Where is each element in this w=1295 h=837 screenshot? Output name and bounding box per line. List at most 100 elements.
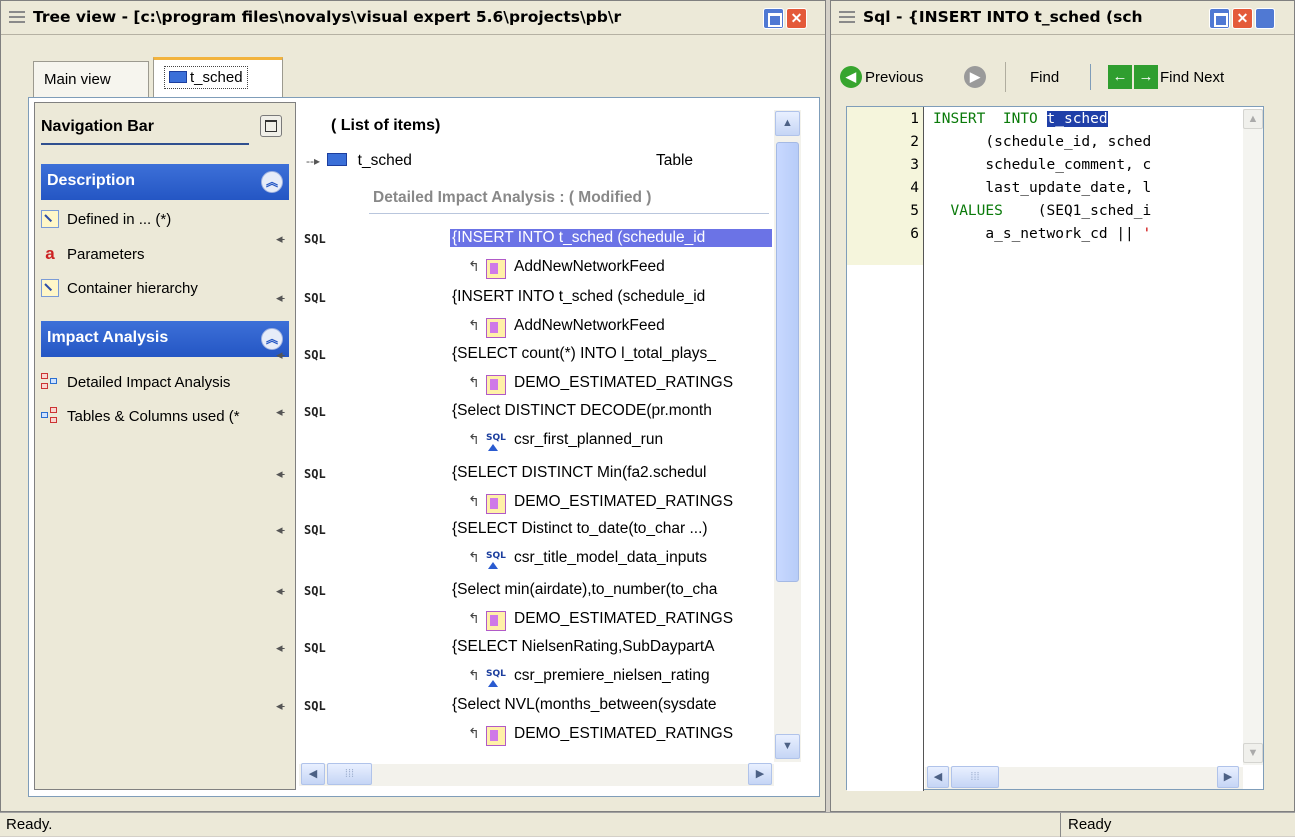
grip-icon[interactable] [839, 11, 855, 25]
selected-text: t_sched [1046, 111, 1108, 127]
sql-procedure-icon: SQL [486, 668, 506, 688]
sql-statement[interactable]: {SELECT Distinct to_date(to_char ...) [450, 520, 772, 538]
caller-name: AddNewNetworkFeed [514, 258, 665, 275]
nav-item-label: Tables & Columns used (* [67, 407, 240, 425]
list-horizontal-scrollbar[interactable]: ◀ ⁞⁞⁞ ▶ [299, 763, 774, 786]
group-label: Detailed Impact Analysis : ( Modified ) [373, 189, 652, 206]
grip-icon[interactable] [9, 11, 25, 25]
code-line[interactable]: a_s_network_cd || ' [933, 226, 1239, 242]
section-description-header[interactable]: Description ︽ [41, 164, 289, 200]
nav-item-detailed-impact-analysis[interactable]: Detailed Impact Analysis [41, 370, 230, 394]
scroll-thumb[interactable]: ⁞⁞⁞ [327, 763, 372, 785]
sql-keyword: INSERT [933, 111, 986, 127]
scroll-up-icon[interactable]: ▲ [775, 111, 800, 136]
line-number: 3 [910, 157, 919, 173]
sql-icon: SQL [304, 699, 326, 713]
nav-item-defined-in[interactable]: Defined in ... (*) [41, 207, 171, 231]
reference-arrow-icon: ◂-- [276, 698, 285, 713]
gutter-divider [923, 107, 924, 791]
find-button[interactable]: Find [1030, 62, 1059, 92]
code-line[interactable]: INSERT INTO t_sched [933, 111, 1239, 127]
sql-procedure-icon: SQL [486, 550, 506, 570]
sql-title: Sql - {INSERT INTO t_sched (sch [863, 8, 1143, 26]
tab-t-sched[interactable]: t_sched [153, 57, 283, 98]
scroll-left-icon[interactable]: ◀ [301, 763, 325, 785]
previous-arrow-icon: ◀ [840, 66, 862, 88]
tab-label: t_sched [190, 69, 243, 86]
scroll-down-icon[interactable]: ▼ [1243, 743, 1263, 763]
scroll-left-icon[interactable]: ◀ [927, 766, 949, 788]
sql-titlebar[interactable]: Sql - {INSERT INTO t_sched (sch ✕ [831, 1, 1294, 35]
expand-arrow-icon: --▸ [306, 154, 321, 168]
reference-arrow-icon: ◂-- [276, 290, 285, 305]
caller-arrow-icon: ↰ [468, 549, 480, 565]
sql-keyword: INTO [985, 111, 1047, 127]
nav-item-container-hierarchy[interactable]: Container hierarchy [41, 276, 198, 300]
code-line[interactable]: schedule_comment, c [933, 157, 1239, 173]
find-previous-icon[interactable]: ← [1108, 65, 1132, 89]
previous-label: Previous [865, 68, 924, 86]
sql-statement[interactable]: {Select NVL(months_between(sysdate [450, 696, 772, 714]
close-button[interactable]: ✕ [1232, 8, 1253, 29]
close-button[interactable]: ✕ [786, 8, 807, 29]
reference-arrow-icon: ◂-- [276, 583, 285, 598]
scroll-thumb[interactable] [776, 142, 799, 582]
caller-name: csr_first_planned_run [514, 431, 664, 448]
sql-statement[interactable]: {SELECT NielsenRating,SubDaypartA [450, 638, 772, 656]
section-impact-analysis-header[interactable]: Impact Analysis ︽ [41, 321, 289, 357]
collapse-icon[interactable]: ︽ [261, 171, 283, 193]
maximize-button[interactable] [763, 8, 784, 29]
reference-arrow-icon: ◂-- [276, 347, 285, 362]
tab-main-view[interactable]: Main view [33, 61, 149, 97]
nav-item-parameters[interactable]: a Parameters [41, 242, 144, 266]
sql-statement[interactable]: {Select DISTINCT DECODE(pr.month [450, 402, 772, 420]
scroll-thumb[interactable]: ⁞⁞⁞ [951, 766, 999, 788]
code-text: schedule_comment, c [933, 157, 1152, 173]
maximize-button[interactable] [1209, 8, 1230, 29]
scroll-right-icon[interactable]: ▶ [748, 763, 772, 785]
tab-inner: t_sched [164, 66, 248, 89]
scroll-down-icon[interactable]: ▼ [775, 734, 800, 759]
editor-vertical-scrollbar[interactable]: ▲ ▼ [1243, 109, 1263, 765]
tables-columns-icon [41, 407, 59, 425]
caller-arrow-icon: ↰ [468, 667, 480, 683]
scroll-up-icon[interactable]: ▲ [1243, 109, 1263, 129]
tree-view-titlebar[interactable]: Tree view - [c:\program files\novalys\vi… [1, 1, 825, 35]
nav-item-tables-columns[interactable]: Tables & Columns used (* [41, 404, 293, 428]
sql-statement[interactable]: {SELECT DISTINCT Min(fa2.schedul [450, 464, 772, 482]
code-text: a_s_network_cd || [933, 226, 1143, 242]
sql-statement[interactable]: {INSERT INTO t_sched (schedule_id [450, 229, 772, 247]
previous-button[interactable]: ◀ Previous [840, 62, 923, 92]
code-line[interactable]: last_update_date, l [933, 180, 1239, 196]
caller-name: csr_premiere_nielsen_rating [514, 667, 710, 684]
editor-horizontal-scrollbar[interactable]: ◀ ⁞⁞⁞ ▶ [925, 766, 1243, 789]
navigation-bar: Navigation Bar Description ︽ Defined in … [34, 102, 296, 790]
scroll-right-icon[interactable]: ▶ [1217, 766, 1239, 788]
caller-name: DEMO_ESTIMATED_RATINGS [514, 725, 734, 742]
reference-arrow-icon: ◂-- [276, 640, 285, 655]
find-input[interactable] [1090, 64, 1096, 90]
sql-statement[interactable]: {SELECT count(*) INTO l_total_plays_ [450, 345, 772, 363]
sql-editor[interactable]: 1 INSERT INTO t_sched 2 (schedule_id, sche… [846, 106, 1264, 791]
status-bar: Ready. Ready [0, 812, 1295, 837]
root-name: t_sched [357, 152, 412, 169]
caller-arrow-icon: ↰ [468, 725, 480, 741]
root-item[interactable]: --▸ t_sched [306, 152, 412, 170]
restore-icon[interactable] [260, 115, 282, 137]
code-line[interactable]: VALUES (SEQ1_sched_i [933, 203, 1239, 219]
sql-icon: SQL [304, 291, 326, 305]
next-button[interactable]: ▶ [964, 62, 989, 92]
sql-statement[interactable]: {Select min(airdate),to_number(to_cha [450, 581, 772, 599]
find-next-button[interactable]: ← → Find Next [1108, 62, 1224, 92]
line-number: 5 [910, 203, 919, 219]
minimize-button[interactable] [1255, 8, 1275, 29]
sql-statement[interactable]: {INSERT INTO t_sched (schedule_id [450, 288, 772, 306]
caller-arrow-icon: ↰ [468, 431, 480, 447]
code-line[interactable]: (schedule_id, sched [933, 134, 1239, 150]
nav-item-label: Defined in ... (*) [67, 210, 172, 228]
pb-function-icon [486, 611, 506, 631]
string-literal: ' [1142, 226, 1152, 242]
sql-icon: SQL [304, 348, 326, 362]
sql-keyword: VALUES [933, 203, 1003, 219]
list-vertical-scrollbar[interactable]: ▲ ▼ [774, 110, 801, 762]
